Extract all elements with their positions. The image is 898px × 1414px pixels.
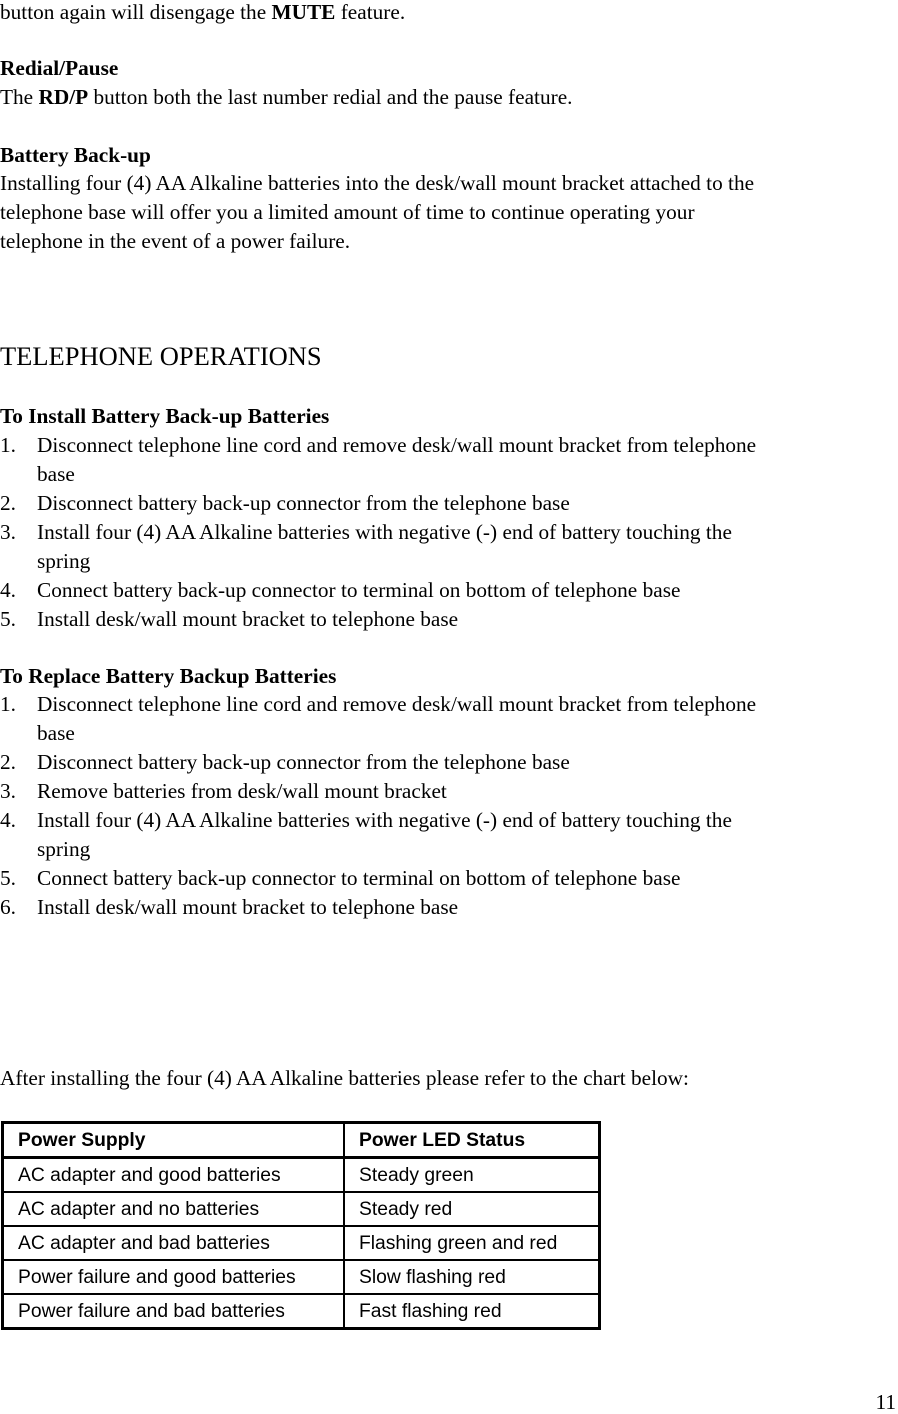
step-number: 1. [0,433,16,457]
mute-keyword: MUTE [271,0,336,24]
list-item: 5. Connect battery back-up connector to t… [0,864,898,893]
list-item: 6. Install desk/wall mount bracket to tel… [0,893,898,922]
install-heading-text: To Install Battery Back-up Batteries [0,404,330,428]
chart-intro-text: After installing the four (4) AA Alkalin… [0,1066,689,1090]
step-text: Install four (4) AA Alkaline batteries w… [37,520,732,544]
step-number: 3. [0,520,16,544]
step-number: 3. [0,779,16,803]
battery-backup-line: telephone base will offer you a limited … [0,200,695,224]
redial-heading-text: Redial/Pause [0,56,119,80]
replace-heading: To Replace Battery Backup Batteries [0,662,336,691]
step-text: Install desk/wall mount bracket to telep… [37,895,459,919]
battery-backup-heading: Battery Back-up [0,141,151,170]
battery-backup-heading-text: Battery Back-up [0,143,151,167]
battery-backup-paragraph: Installing four (4) AA Alkaline batterie… [0,169,754,256]
redial-text-suffix: button both the last number redial and t… [88,85,573,109]
list-item: 1. Disconnect telephone line cord and rem… [0,690,898,748]
power-supply-cell: AC adapter and good batteries [1,1156,345,1193]
power-supply-cell: Power failure and bad batteries [1,1293,345,1330]
table-row: Power failure and bad batteries Fast fla… [1,1293,601,1330]
list-item: 2. Disconnect battery back-up connector f… [0,489,898,518]
step-text: spring [37,837,91,861]
list-item: 4. Connect battery back-up connector to t… [0,576,898,605]
power-led-status-table: Power Supply Power LED Status AC adapter… [1,1121,601,1330]
redial-heading: Redial/Pause [0,54,118,83]
power-supply-cell: AC adapter and bad batteries [1,1225,345,1261]
install-heading: To Install Battery Back-up Batteries [0,402,329,431]
step-text: Disconnect telephone line cord and remov… [37,692,757,716]
column-header-power-supply: Power Supply [1,1121,345,1159]
list-item: 1. Disconnect telephone line cord and rem… [0,431,898,489]
step-text: Disconnect telephone line cord and remov… [37,433,757,457]
step-number: 4. [0,808,16,832]
battery-backup-line: telephone in the event of a power failur… [0,229,351,253]
step-number: 1. [0,692,16,716]
step-text: Connect battery back-up connector to ter… [37,866,681,890]
replace-steps-list: 1. Disconnect telephone line cord and rem… [0,690,898,922]
column-header-led-status: Power LED Status [343,1121,601,1159]
table-row: AC adapter and good batteries Steady gre… [1,1156,601,1193]
rdp-keyword: RD/P [38,85,89,109]
mute-text-suffix: feature. [335,0,406,24]
table-header-row: Power Supply Power LED Status [1,1121,601,1159]
led-status-cell: Steady green [343,1156,601,1193]
mute-text-prefix: button again will disengage the [0,0,272,24]
table-row: AC adapter and bad batteries Flashing gr… [1,1225,601,1261]
led-status-cell: Fast flashing red [343,1293,601,1330]
mute-continuation-text: button again will disengage the MUTE fea… [0,0,405,27]
step-text: base [37,462,75,486]
power-supply-cell: Power failure and good batteries [1,1259,345,1295]
step-text: base [37,721,75,745]
redial-text-prefix: The [0,85,39,109]
step-number: 2. [0,491,16,515]
list-item: 2. Disconnect battery back-up connector f… [0,748,898,777]
step-text: Install four (4) AA Alkaline batteries w… [37,808,732,832]
led-status-cell: Flashing green and red [343,1225,601,1261]
step-number: 6. [0,895,16,919]
section-title: TELEPHONE OPERATIONS [0,341,322,371]
step-number: 5. [0,866,16,890]
step-number: 4. [0,578,16,602]
page-number: 11 [875,1390,896,1414]
power-supply-cell: AC adapter and no batteries [1,1191,345,1227]
step-text: Disconnect battery back-up connector fro… [37,491,570,515]
step-text: spring [37,549,91,573]
step-text: Install desk/wall mount bracket to telep… [37,607,459,631]
redial-text: The RD/P button both the last number red… [0,83,572,112]
led-status-cell: Slow flashing red [343,1259,601,1295]
list-item: 3. Install four (4) AA Alkaline batteries… [0,518,898,576]
step-text: Disconnect battery back-up connector fro… [37,750,570,774]
replace-heading-text: To Replace Battery Backup Batteries [0,664,337,688]
list-item: 4. Install four (4) AA Alkaline batteries… [0,806,898,864]
led-status-cell: Steady red [343,1191,601,1227]
step-text: Connect battery back-up connector to ter… [37,578,681,602]
install-steps-list: 1. Disconnect telephone line cord and rem… [0,431,898,634]
battery-backup-line: Installing four (4) AA Alkaline batterie… [0,171,755,195]
table-row: Power failure and good batteries Slow fl… [1,1259,601,1295]
table-row: AC adapter and no batteries Steady red [1,1191,601,1227]
step-number: 2. [0,750,16,774]
list-item: 5. Install desk/wall mount bracket to tel… [0,605,898,634]
step-text: Remove batteries from desk/wall mount br… [37,779,447,803]
step-number: 5. [0,607,16,631]
list-item: 3. Remove batteries from desk/wall mount … [0,777,898,806]
